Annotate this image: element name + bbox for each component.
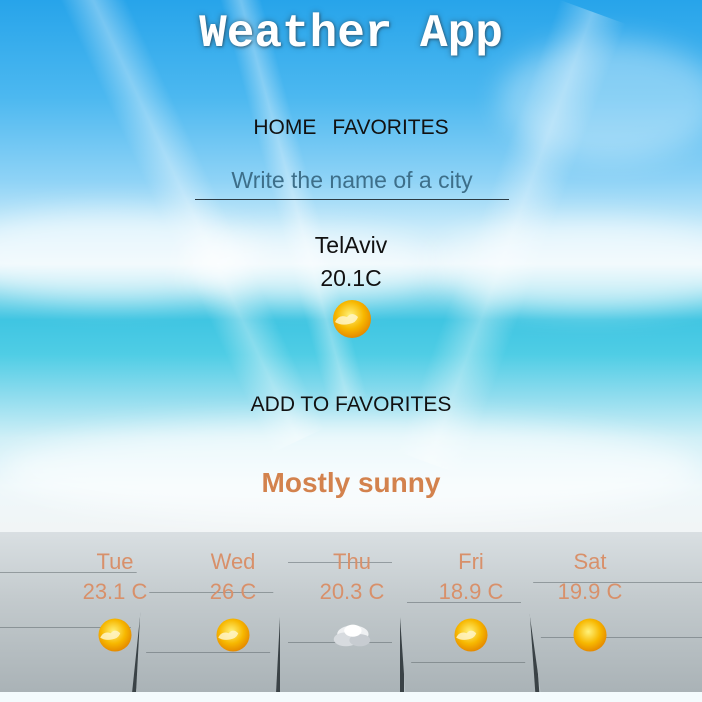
sunny-icon [573,618,607,652]
forecast-day-name: Tue [96,549,134,574]
forecast-day: Wed 26 C [178,549,288,655]
forecast-day: Fri 18.9 C [416,549,526,655]
top-nav: HOME FAVORITES [0,116,702,140]
forecast-day-temp: 19.9 C [557,579,623,604]
partly-sunny-icon [216,618,250,652]
forecast-day-temp: 20.3 C [319,579,385,604]
add-to-favorites-button[interactable]: ADD TO FAVORITES [0,393,702,417]
forecast-day: Tue 23.1 C [60,549,170,655]
nav-favorites-link[interactable]: FAVORITES [332,116,448,139]
forecast-day-name: Wed [210,549,256,574]
city-name: TelAviv [314,232,388,258]
forecast-day-temp: 23.1 C [82,579,148,604]
weather-condition: Mostly sunny [261,467,441,498]
forecast-day: Thu 20.3 C [297,549,407,655]
forecast-day-temp: 18.9 C [438,579,504,604]
nav-home-link[interactable]: HOME [253,116,316,139]
forecast-day-name: Sat [573,549,607,574]
partly-sunny-icon [98,618,132,652]
forecast-day: Sat 19.9 C [535,549,645,655]
forecast-day-name: Thu [333,549,371,574]
bottom-edge [0,692,702,702]
city-search-input[interactable] [195,161,509,200]
forecast-day-name: Fri [458,549,484,574]
forecast-row: Tue 23.1 C Wed 26 C Thu 20.3 C Fri 18.9 … [0,549,702,669]
cloudy-icon [333,624,371,647]
current-temperature: 20.1C [320,265,382,291]
partly-sunny-icon [454,618,488,652]
partly-sunny-icon [333,300,371,338]
forecast-day-temp: 26 C [209,579,257,604]
app-title: Weather App [199,8,503,60]
